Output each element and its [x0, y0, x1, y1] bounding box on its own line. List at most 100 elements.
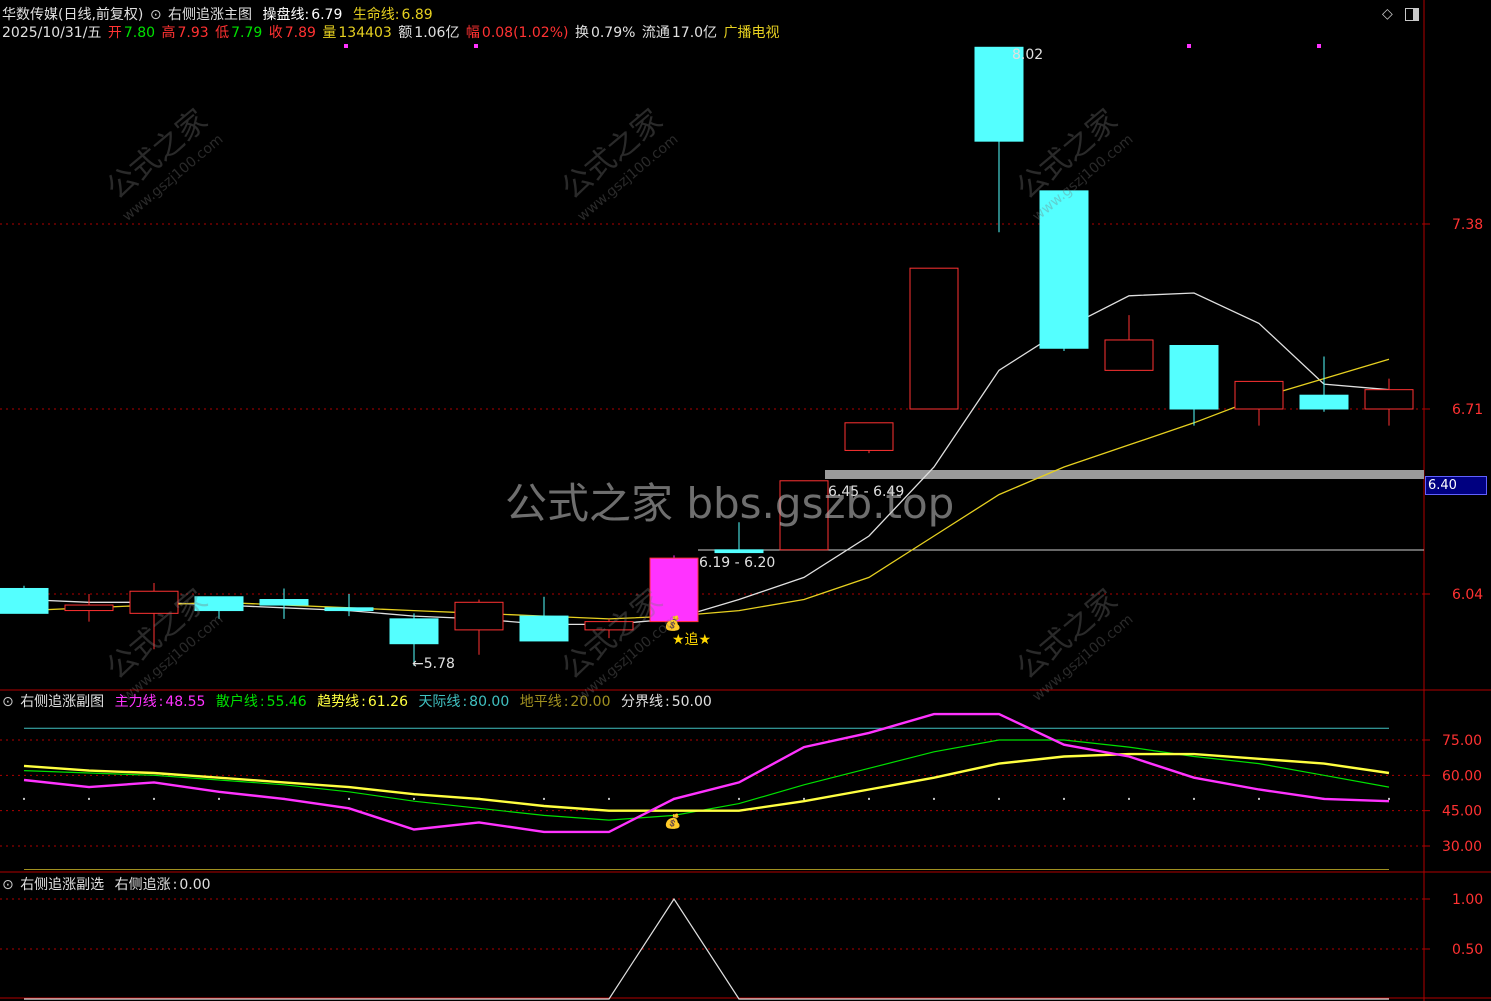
- high-label: 高: [161, 25, 176, 41]
- caopan-label: 操盘线:: [262, 7, 310, 23]
- current-price-tag: 6.40: [1425, 476, 1487, 495]
- settings-icon[interactable]: ⊙: [2, 877, 14, 893]
- high-value: 7.93: [177, 25, 209, 41]
- zhuli-value: 48.55: [165, 694, 206, 710]
- peak-annotation: 8.02: [1012, 47, 1044, 63]
- candle-body: [0, 587, 49, 614]
- sub2-header: ⊙ 右侧追涨副选 右侧追涨:0.00: [2, 877, 211, 893]
- change-label: 幅: [465, 25, 480, 41]
- change-value: 0.08(1.02%): [481, 25, 569, 41]
- caopan-line: [23, 292, 1390, 626]
- fenjie-label: 分界线: [620, 694, 663, 710]
- low-value: 7.79: [231, 25, 263, 41]
- fenjie-dot: [1128, 797, 1130, 800]
- fenjie-dot: [23, 797, 25, 800]
- quote-line: 2025/10/31/五 开 7.80 高 7.93 低 7.79 收 7.89 量 13…: [2, 24, 782, 42]
- sanhu-value: 55.46: [266, 694, 307, 710]
- sub1-title[interactable]: 右侧追涨副图: [20, 694, 104, 710]
- fenjie-dot: [218, 797, 220, 800]
- date: 2025/10/31/五: [2, 25, 102, 41]
- fenjie-dot: [88, 797, 90, 800]
- youce-value: 0.00: [179, 877, 211, 893]
- low-annotation: ←5.78: [412, 656, 455, 672]
- signal-dot: [1317, 44, 1321, 48]
- close-label: 收: [268, 25, 283, 41]
- y-tick-label: 45.00: [1442, 804, 1482, 820]
- candle-body: [454, 601, 504, 631]
- fenjie-dot: [803, 797, 805, 800]
- candle-body: [64, 604, 114, 612]
- float-value: 17.0亿: [671, 25, 718, 41]
- candle-body: [909, 267, 959, 410]
- y-tick-label: 6.71: [1452, 402, 1483, 418]
- settings-icon[interactable]: ⊙: [150, 7, 162, 23]
- candle-body: [844, 422, 894, 451]
- watermark: 公式之家 bbs.gszb.top: [505, 479, 955, 528]
- qushi-value: 61.26: [367, 694, 408, 710]
- y-tick-label: 60.00: [1442, 768, 1482, 784]
- candle-body: [1364, 389, 1414, 410]
- sub2-title[interactable]: 右侧追涨副选: [20, 877, 104, 893]
- shengming-value: 6.89: [401, 7, 433, 23]
- candle-body: [324, 607, 374, 612]
- y-tick-label: 6.04: [1452, 587, 1483, 603]
- signal-dot: [474, 44, 478, 48]
- main-indicator-name[interactable]: 右侧追涨主图: [168, 7, 252, 23]
- candle-body: [1104, 339, 1154, 371]
- signal-dot: [1187, 44, 1191, 48]
- y-tick-label: 7.38: [1452, 217, 1483, 233]
- amount-value: 1.06亿: [414, 25, 460, 41]
- fenjie-dot: [1063, 797, 1065, 800]
- float-label: 流通: [641, 25, 670, 41]
- diamond-icon[interactable]: ◇: [1382, 6, 1393, 22]
- stock-name[interactable]: 华数传媒(日线,前复权): [2, 7, 143, 23]
- sector[interactable]: 广播电视: [724, 25, 780, 41]
- fenjie-dot: [738, 797, 740, 800]
- candle-body: [714, 549, 764, 554]
- fenjie-dot: [1193, 797, 1195, 800]
- candle-body: [1299, 394, 1349, 410]
- fenjie-dot: [153, 797, 155, 800]
- vol-value: 134403: [338, 25, 392, 41]
- y-tick-label: 1.00: [1452, 892, 1483, 908]
- fenjie-dot: [543, 797, 545, 800]
- zhuli-line: [23, 712, 1390, 834]
- main-header: 华数传媒(日线,前复权) ⊙ 右侧追涨主图 操盘线: 6.79 生命线: 6.89: [2, 6, 435, 24]
- qushi-line: [23, 752, 1390, 812]
- window-toggle-icon[interactable]: [1405, 8, 1419, 21]
- sub1-header: ⊙ 右侧追涨副图 主力线:48.55 散户线:55.46 趋势线:61.26 天…: [2, 694, 712, 710]
- fenjie-dot: [1258, 797, 1260, 800]
- caopan-value: 6.79: [311, 7, 343, 23]
- sanhu-line: [23, 739, 1390, 821]
- shengming-label: 生命线:: [352, 7, 400, 23]
- vol-label: 量: [322, 25, 337, 41]
- fenjie-dot: [348, 797, 350, 800]
- diping-label: 地平线: [519, 694, 562, 710]
- candle-body: [1169, 344, 1219, 410]
- fenjie-dot: [868, 797, 870, 800]
- tianji-label: 天际线: [418, 694, 461, 710]
- signal-dot: [344, 44, 348, 48]
- candle-body: [1234, 380, 1284, 410]
- candle-body: [519, 615, 569, 642]
- sanhu-label: 散户线: [215, 694, 258, 710]
- amount-label: 额: [398, 25, 413, 41]
- fenjie-dot: [608, 797, 610, 800]
- candle-body: [389, 618, 439, 645]
- y-tick-label: 75.00: [1442, 733, 1482, 749]
- youce-label: 右侧追涨: [114, 877, 171, 893]
- fenjie-dot: [998, 797, 1000, 800]
- qushi-label: 趋势线: [317, 694, 360, 710]
- settings-icon[interactable]: ⊙: [2, 694, 14, 710]
- money-bag-icon: 💰: [664, 814, 682, 830]
- y-tick-label: 0.50: [1452, 942, 1483, 958]
- close-value: 7.89: [284, 25, 316, 41]
- open-value: 7.80: [123, 25, 156, 41]
- fenjie-dot: [933, 797, 935, 800]
- turnover-label: 换: [574, 25, 589, 41]
- y-tick-label: 30.00: [1442, 839, 1482, 855]
- fenjie-dot: [413, 797, 415, 800]
- range1-annotation: 6.19 - 6.20: [699, 555, 776, 571]
- fenjie-dot: [1388, 797, 1390, 800]
- low-label: 低: [215, 25, 230, 41]
